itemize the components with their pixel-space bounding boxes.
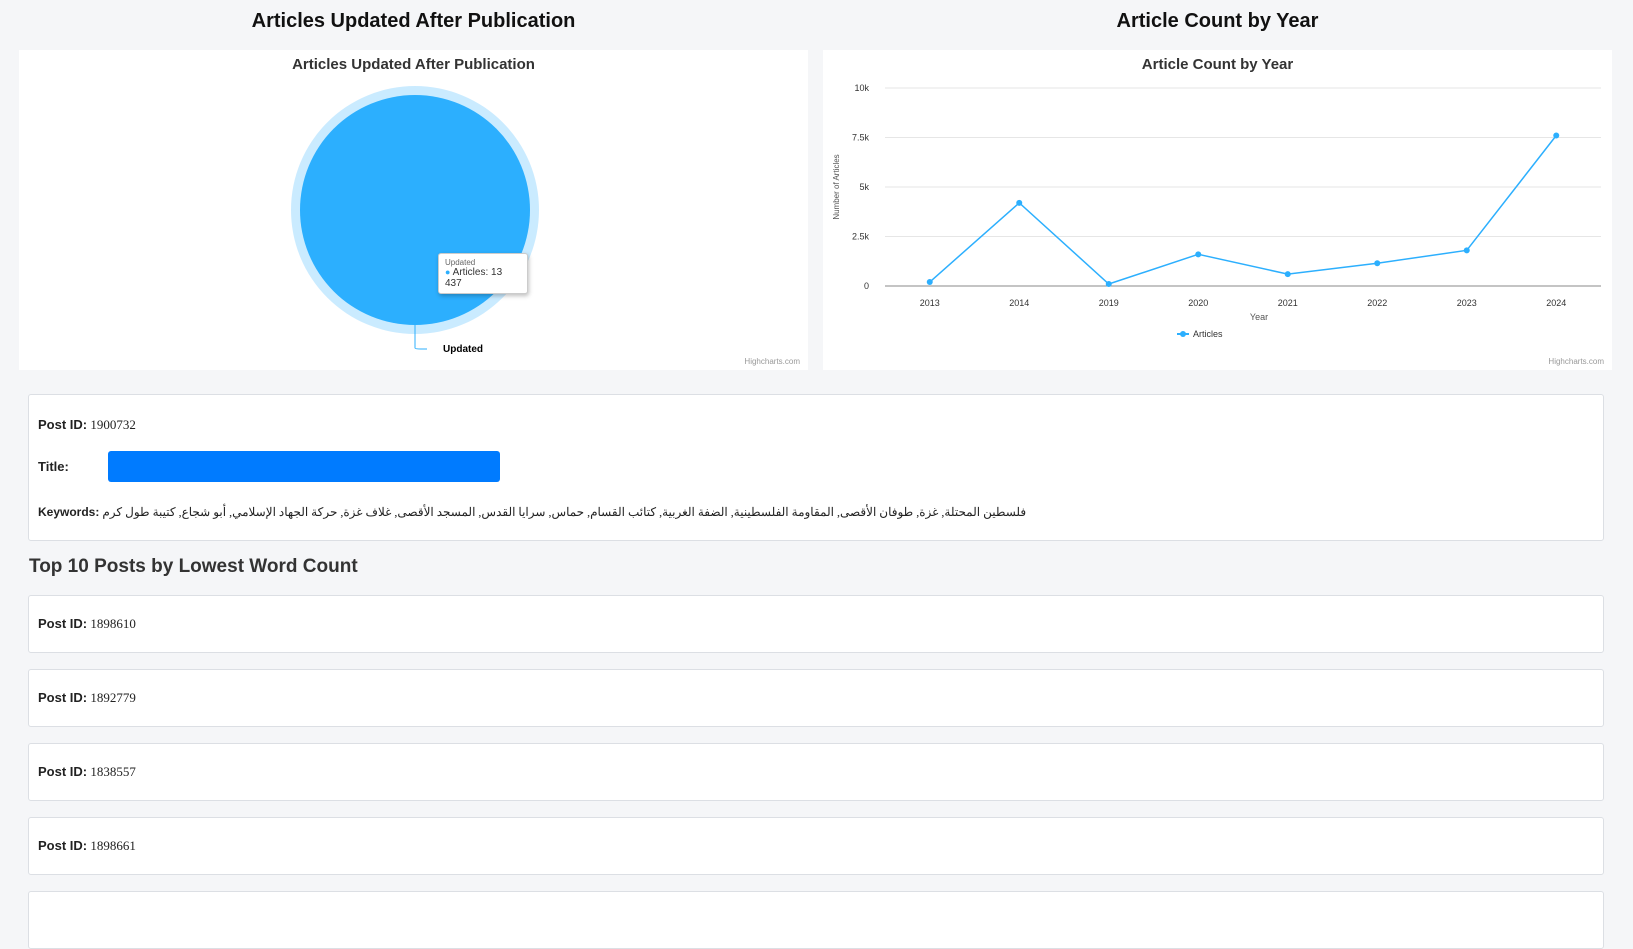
data-point[interactable] [1016,199,1023,206]
title-link-bar[interactable] [108,451,500,482]
post-id-label: Post ID: [38,838,88,853]
data-point[interactable] [1374,260,1381,267]
tooltip-body: Articles: 13 437 [445,267,503,289]
top10-post-card: Post ID: 1838557 [28,743,1604,801]
series-line-articles [929,135,1557,285]
legend-dot-icon [1180,331,1186,337]
top10-post-card: Post ID: 1898661 [28,817,1604,875]
post-id-label: Post ID: [38,764,88,779]
data-point[interactable] [926,279,933,286]
pie-section-title: Articles Updated After Publication [251,10,576,32]
post-id-label: Post ID: [38,417,88,432]
data-point[interactable] [1195,251,1202,258]
x-tick-label: 2021 [1278,298,1298,308]
y-tick-label: 0 [864,281,869,291]
post-id-row: Post ID: 1898661 [38,838,136,854]
x-tick-label: 2024 [1546,298,1566,308]
pie-chart-svg: Updated [291,86,539,355]
legend-label-articles[interactable]: Articles [1193,329,1223,339]
recent-post-card: Post ID: 1900732 Title: Keywords: فلسطين… [28,394,1604,541]
post-id-row: Post ID: 1892779 [38,690,136,706]
tooltip-dot-icon: ● [445,267,451,277]
post-id-value: 1898610 [90,616,136,631]
post-id-label: Post ID: [38,690,88,705]
title-label: Title: [38,459,69,474]
post-id-label: Post ID: [38,616,88,631]
x-tick-label: 2013 [920,298,940,308]
post-id-row: Post ID: 1898610 [38,616,136,632]
x-tick-label: 2023 [1457,298,1477,308]
x-axis-title: Year [1250,312,1268,322]
post-id-row: Post ID: 1838557 [38,764,136,780]
post-id-value: 1900732 [90,417,136,432]
pie-credits[interactable]: Highcharts.com [744,357,800,366]
data-point[interactable] [1105,281,1112,288]
line-credits[interactable]: Highcharts.com [1548,357,1604,366]
y-axis-title: Number of Articles [832,154,841,219]
pie-tooltip: Updated ● Articles: 13 437 [438,253,528,294]
y-tick-label: 10k [854,83,869,93]
pie-slice-label: Updated [443,344,483,355]
data-point[interactable] [1553,132,1560,139]
top10-post-card [28,891,1604,949]
x-tick-label: 2014 [1009,298,1029,308]
top10-heading: Top 10 Posts by Lowest Word Count [29,556,358,577]
keywords-label: Keywords: [38,505,100,519]
y-tick-label: 2.5k [852,232,870,242]
keywords-value: فلسطين المحتلة, غزة, طوفان الأقصى, المقا… [102,505,1027,519]
top10-post-card: Post ID: 1898610 [28,595,1604,653]
post-id-value: 1898661 [90,838,136,853]
line-section-title: Article Count by Year [1116,10,1319,32]
keywords-row: Keywords: فلسطين المحتلة, غزة, طوفان الأ… [38,505,1026,520]
line-chart-svg: 0 2.5k 5k 7.5k 10k 2013 2014 2019 2020 2021 2022 20… [832,83,1601,339]
post-id-value: 1838557 [90,764,136,779]
x-tick-label: 2019 [1099,298,1119,308]
pie-chart-card: Articles Updated After Publication Updat… [19,50,808,370]
x-tick-label: 2022 [1367,298,1387,308]
y-tick-label: 5k [859,182,869,192]
post-id-row: Post ID: 1900732 [38,417,136,433]
x-tick-label: 2020 [1188,298,1208,308]
title-row: Title: [38,459,69,475]
tooltip-header: Updated [445,258,476,267]
post-id-value: 1892779 [90,690,136,705]
line-chart-card: Article Count by Year 0 2.5k 5k 7.5k 10k 2013… [823,50,1612,370]
y-tick-label: 7.5k [852,133,870,143]
data-point[interactable] [1463,247,1470,254]
top10-post-card: Post ID: 1892779 [28,669,1604,727]
data-point[interactable] [1284,271,1291,278]
